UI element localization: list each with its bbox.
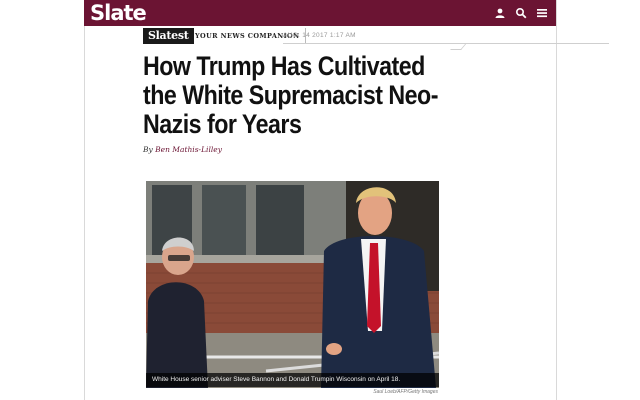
- article-photo: [146, 181, 439, 388]
- author-link[interactable]: Ben Mathis-Lilley: [155, 145, 222, 154]
- header-rule: [283, 43, 609, 44]
- photo-caption: White House senior adviser Steve Bannon …: [146, 373, 439, 387]
- byline-prefix: By: [143, 145, 153, 154]
- article-headline: How Trump Has Cultivated the White Supre…: [143, 51, 438, 139]
- article-date: AUG. 14 2017 1:17 AM: [283, 32, 356, 39]
- search-icon[interactable]: [515, 7, 527, 19]
- photo-credit: Saul Loeb/AFP/Getty Images: [373, 389, 438, 395]
- right-margin: [556, 0, 640, 400]
- slate-logo[interactable]: Slate: [90, 0, 147, 27]
- slatest-bar: Slatest YOUR NEWS COMPANION AUG. 14 2017…: [143, 28, 609, 44]
- left-margin: [0, 0, 85, 400]
- slatest-badge[interactable]: Slatest: [143, 28, 194, 44]
- rule-pointer: [450, 43, 467, 50]
- site-header: Slate: [84, 0, 556, 26]
- header-icons: [494, 0, 548, 26]
- photo-illustration: [146, 181, 439, 388]
- user-icon[interactable]: [494, 7, 506, 19]
- menu-icon[interactable]: [536, 7, 548, 19]
- byline: By Ben Mathis-Lilley: [143, 145, 222, 154]
